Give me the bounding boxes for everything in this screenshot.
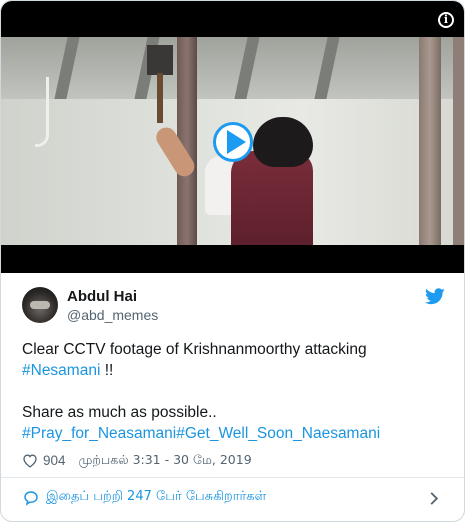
- chevron-right-icon[interactable]: [429, 491, 439, 506]
- hashtag-link[interactable]: #Get_Well_Soon_Naesamani: [176, 425, 380, 442]
- info-icon[interactable]: i: [438, 12, 454, 28]
- tweet-text-line: Clear CCTV footage of Krishnanmoorthy at…: [22, 341, 367, 358]
- tweet-embed-card: i Abdul Hai @abd_memes Clear CCTV footag…: [0, 0, 465, 522]
- heart-icon[interactable]: [22, 453, 38, 468]
- like-count[interactable]: 904: [43, 453, 66, 468]
- tweet-text: Clear CCTV footage of Krishnanmoorthy at…: [22, 339, 442, 444]
- play-icon[interactable]: [213, 122, 253, 162]
- avatar[interactable]: [22, 287, 58, 323]
- tweet-timestamp[interactable]: முற்பகல் 3:31 - 30 மே, 2019: [79, 452, 252, 469]
- author-name[interactable]: Abdul Hai: [67, 288, 137, 305]
- conversation-link[interactable]: இதைப் பற்றி 247 பேர் பேசுகிறார்கள்: [1, 482, 464, 516]
- speech-bubble-icon: [24, 491, 38, 506]
- hashtag-link[interactable]: #Nesamani: [22, 362, 100, 379]
- tweet-meta: 904 முற்பகல் 3:31 - 30 மே, 2019: [22, 451, 252, 469]
- conversation-label[interactable]: இதைப் பற்றி 247 பேர் பேசுகிறார்கள்: [46, 489, 266, 505]
- video-player[interactable]: i: [1, 1, 464, 273]
- hashtag-link[interactable]: #Pray_for_Neasamani: [22, 425, 176, 442]
- author-handle[interactable]: @abd_memes: [67, 307, 158, 323]
- twitter-bird-icon[interactable]: [425, 288, 445, 305]
- divider: [1, 477, 464, 478]
- tweet-text-fragment: !!: [100, 362, 114, 379]
- tweet-text-line: Share as much as possible..: [22, 404, 217, 421]
